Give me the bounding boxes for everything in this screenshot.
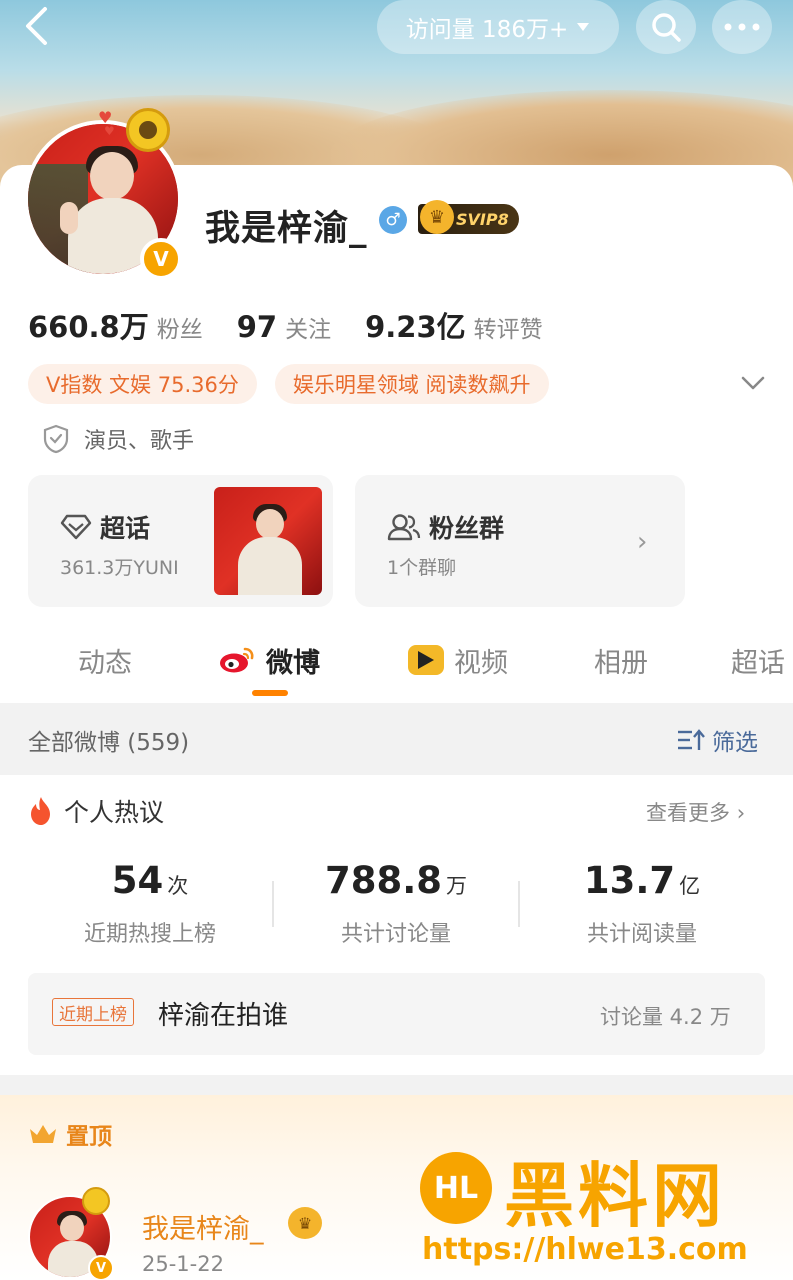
filter-button[interactable]: 筛选 [676,723,758,757]
back-button[interactable] [14,6,58,46]
profile-stats: 660.8万 粉丝 97 关注 9.23亿 转评赞 [28,304,543,346]
profile-name: 我是梓渝_ [205,209,368,249]
verified-badge: V [140,238,182,280]
watermark-title: 黑料网 [504,1155,726,1237]
profile-tabs: 动态 微博 视频 相册 超话 [0,630,793,700]
tab-weibo[interactable]: 微博 [218,630,320,690]
weibo-logo-icon [220,647,254,673]
caret-down-icon [577,23,590,31]
all-posts-count: 全部微博 (559) [28,730,190,756]
crown-icon [30,1125,56,1143]
watermark: HL 黑料网 https://hlwe13.com [420,1140,790,1280]
likes-label: 转评赞 [473,317,543,343]
section-divider [0,1075,793,1095]
hot-topic-count: 讨论量 4.2 万 [600,1005,731,1029]
certification: 演员、歌手 [42,423,194,455]
certification-text: 演员、歌手 [84,429,195,454]
fans-group-subtitle: 1个群聊 [387,557,457,579]
hot-stat-discussion: 788.8 万 共计讨论量 [324,859,468,947]
hot-title: 个人热议 [64,798,165,827]
fans-group-title: 粉丝群 [429,514,505,543]
diamond-icon [60,514,92,540]
profile-tags: V指数 文娱 75.36分 娱乐明星领域 阅读数飙升 [28,364,549,404]
shield-icon [43,424,69,454]
v-index-tag[interactable]: V指数 文娱 75.36分 [28,364,257,404]
group-icon [387,514,421,541]
fans-count[interactable]: 660.8万 [28,304,149,346]
following-label: 关注 [285,317,332,343]
crown-icon: ♛ [288,1207,322,1239]
see-more-link[interactable]: 查看更多 › [646,797,745,827]
fans-group-card[interactable]: 粉丝群 1个群聊 › [355,475,685,607]
chevron-right-icon: › [637,527,648,557]
watermark-url: https://hlwe13.com [422,1232,748,1267]
domain-tag[interactable]: 娱乐明星领域 阅读数飙升 [274,364,549,404]
recent-trending-badge: 近期上榜 [52,998,134,1026]
supertopic-subtitle: 361.3万YUNI [60,557,179,579]
chevron-right-icon: › [736,801,746,825]
pinned-label: 置顶 [66,1124,112,1150]
hot-discussion-section: 个人热议 查看更多 › 54 次 近期热搜上榜 788.8 万 共计讨论量 13.7… [0,775,793,1075]
avatar-pendant-icon [126,108,170,152]
hot-topic-row[interactable]: 近期上榜 梓渝在拍谁 讨论量 4.2 万 [28,973,765,1055]
filter-icon [678,729,705,750]
avatar-pendant-icon [82,1187,110,1215]
watermark-logo: HL [420,1152,492,1224]
flame-icon [31,797,50,825]
supertopic-title: 超话 [100,514,151,543]
chevron-left-icon [26,7,47,45]
chevron-down-icon[interactable] [740,370,766,396]
more-button[interactable] [712,0,772,54]
video-icon [408,645,444,675]
post-date: 25-1-22 [142,1252,224,1276]
visits-label: 访问量 186万+ [405,17,569,43]
likes-count[interactable]: 9.23亿 [365,304,466,346]
search-icon [652,13,681,42]
hot-stat-reads: 13.7 亿 共计阅读量 [583,859,701,947]
filter-bar: 全部微博 (559) 筛选 [0,703,793,775]
more-dots-icon [724,23,760,31]
visits-button[interactable]: 访问量 186万+ [377,0,619,54]
supertopic-card[interactable]: 超话 361.3万YUNI [28,475,333,607]
supertopic-thumbnail [214,487,322,595]
post-author-name[interactable]: 我是梓渝_ [142,1207,264,1246]
search-button[interactable] [636,0,696,54]
following-count[interactable]: 97 [237,310,277,344]
heart-icon: ♥ [104,124,115,138]
tab-activity[interactable]: 动态 [78,630,132,690]
fans-label: 粉丝 [156,317,203,343]
tab-album[interactable]: 相册 [594,630,648,690]
filter-label: 筛选 [712,730,758,756]
verified-badge: V [88,1255,114,1280]
hot-stat-trending: 54 次 近期热搜上榜 [83,859,216,947]
crown-icon: ♛ [420,200,454,234]
male-icon: ♂ [379,206,407,234]
active-tab-indicator [252,690,288,696]
tab-video[interactable]: 视频 [408,630,508,690]
hot-topic-title: 梓渝在拍谁 [158,1001,289,1031]
tab-supertopic[interactable]: 超话 [731,630,785,690]
